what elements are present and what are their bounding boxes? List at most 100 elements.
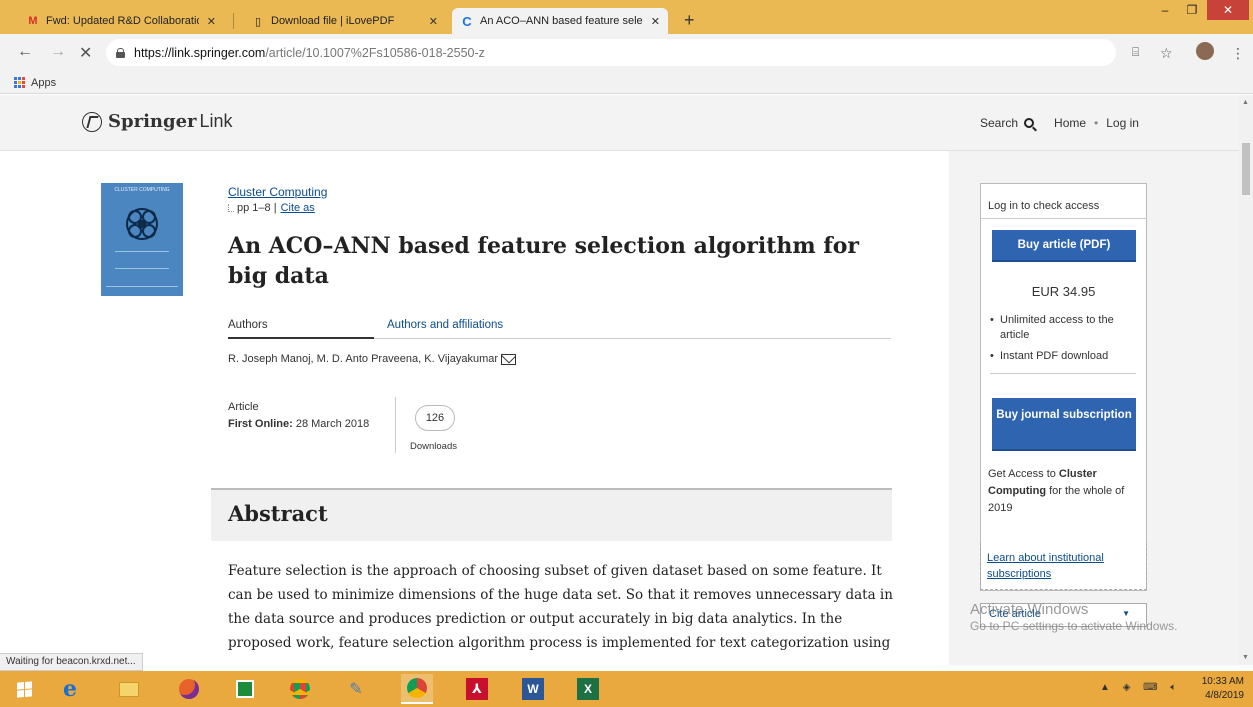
first-online-date: 28 March 2018 [295,418,370,430]
tray-chevron-icon[interactable]: ▲ [1100,682,1110,693]
tab-title: An ACO–ANN based feature sele [480,15,643,27]
chrome-icon[interactable] [284,674,316,704]
cover-emblem-icon [126,208,158,240]
window-close-icon[interactable]: ✕ [1207,0,1249,20]
pages-line: pp 1–8 | Cite as [228,202,315,214]
meta-divider [395,397,396,453]
word-icon[interactable]: W [517,674,549,704]
scroll-up-icon[interactable]: ▲ [1242,99,1249,106]
bookmarks-bar: Apps [0,72,1253,94]
abstract-text: Feature selection is the approach of cho… [228,563,893,651]
menu-dots-icon[interactable]: ⋮ [1231,45,1245,62]
system-clock[interactable]: 10:33 AM 4/8/2019 [1194,675,1244,703]
buy-journal-subscription-button[interactable]: Buy journal subscription [992,398,1136,451]
clock-time: 10:33 AM [1201,676,1244,687]
benefits-list: Unlimited access to the article Instant … [990,313,1140,370]
internet-explorer-icon[interactable]: e [54,674,86,704]
url-host: https://link.springer.com [134,45,266,60]
close-tab-icon[interactable]: ✕ [207,15,216,28]
page-scrollbar[interactable]: ▲ ▼ [1239,95,1253,665]
store-icon[interactable] [229,674,261,704]
benefit-item: Instant PDF download [990,349,1140,364]
downloads-label: Downloads [410,441,457,452]
keyboard-icon[interactable]: ⌨ [1143,682,1157,693]
restore-icon[interactable]: ❐ [1178,0,1206,20]
abstract-heading: Abstract [228,501,328,526]
windows-taskbar: e ✎ ⅄ W X ▲ ◈ ⌨ 🔈︎ 10:33 AM 4/8/2019 [0,671,1253,707]
tab-title: Download file | iLovePDF [271,15,395,27]
network-icon[interactable]: ◈ [1123,682,1131,693]
buy-article-button[interactable]: Buy article (PDF) [992,230,1136,262]
login-to-check-access[interactable]: Log in to check access [981,184,1146,219]
article-price: EUR 34.95 [1031,284,1096,299]
cover-title: CLUSTER COMPUTING [114,187,170,193]
paint-icon[interactable]: ✎ [340,674,372,704]
new-tab-button[interactable]: + [684,10,695,31]
springerlink-logo[interactable]: Springer Link [82,111,233,132]
close-tab-icon[interactable]: ✕ [429,15,438,28]
chrome-active-icon[interactable] [401,674,433,704]
authors-tabs: Authors Authors and affiliations [228,315,891,339]
tab-authors[interactable]: Authors [228,319,374,339]
firefox-icon[interactable] [173,674,205,704]
authors-list: R. Joseph Manoj, M. D. Anto Praveena, K.… [228,353,517,365]
springer-horse-icon [82,111,102,132]
acrobat-icon[interactable]: ⅄ [461,674,493,704]
logo-link: Link [199,111,233,131]
browser-tabstrip: M Fwd: Updated R&D Collaboration ✕ ▯ Dow… [0,0,1253,34]
browser-status-bar: Waiting for beacon.krxd.net... [0,653,143,671]
file-explorer-icon[interactable] [113,674,145,704]
forward-arrow-icon[interactable]: → [50,43,66,61]
scroll-down-icon[interactable]: ▼ [1242,654,1249,661]
lock-icon [116,47,125,58]
bookmark-apps[interactable]: Apps [31,77,56,89]
home-link[interactable]: Home [1054,116,1086,130]
apps-grid-icon [14,77,25,88]
scroll-thumb[interactable] [1242,143,1250,195]
search-link[interactable]: Search [980,116,1018,130]
cite-as-link[interactable]: Cite as [281,202,315,214]
browser-tab-ilovepdf[interactable]: ▯ Download file | iLovePDF ✕ [243,8,446,34]
abstract-header[interactable]: Abstract [211,488,892,541]
tab-authors-affiliations[interactable]: Authors and affiliations [387,319,503,331]
login-link[interactable]: Log in [1106,116,1139,130]
translate-icon[interactable]: ⌸ [1132,45,1139,60]
stop-loading-icon[interactable]: ✕ [79,43,92,63]
windows-logo-icon [16,680,32,698]
article-type: Article [228,401,259,413]
back-arrow-icon[interactable]: ← [17,43,33,61]
get-access-text: Get Access to Cluster Computing for the … [988,466,1138,517]
journal-link[interactable]: Cluster Computing [228,185,327,199]
system-tray: ▲ ◈ ⌨ 🔈︎ [1100,682,1176,693]
header-nav: Search Home • Log in [980,116,1139,130]
access-box: Log in to check access Buy article (PDF)… [980,183,1147,591]
browser-toolbar: ← → ✕ https://link.springer.com/article/… [0,34,1253,72]
institutional-subscriptions-link[interactable]: Learn about institutional subscriptions [987,550,1137,582]
url-path: /article/10.1007%2Fs10586-018-2550-z [265,45,485,60]
browser-tab-springer[interactable]: C An ACO–ANN based feature sele ✕ [452,8,668,34]
browser-tab-gmail[interactable]: M Fwd: Updated R&D Collaboration ✕ [18,8,224,34]
file-icon: ▯ [254,15,262,28]
excel-icon[interactable]: X [572,674,604,704]
site-header: Springer Link Search Home • Log in [0,95,1239,151]
bookmark-star-icon[interactable]: ☆ [1160,45,1173,62]
first-online: First Online: 28 March 2018 [228,418,369,430]
volume-icon[interactable]: 🔈︎ [1170,682,1176,693]
search-icon[interactable] [1024,118,1035,128]
get-access-pre: Get Access to [988,468,1059,480]
journal-cover-image[interactable]: CLUSTER COMPUTING [101,183,183,296]
loading-icon: C [462,13,472,29]
address-bar[interactable]: https://link.springer.com/article/10.100… [106,39,1116,66]
logo-springer: Springer [108,111,197,132]
activate-line2: Go to PC settings to activate Windows. [970,619,1178,633]
profile-avatar[interactable] [1196,42,1214,60]
start-button[interactable] [8,674,40,704]
nav-separator: • [1094,116,1099,130]
gmail-icon: M [28,15,38,27]
email-icon[interactable] [501,353,517,365]
tab-title: Fwd: Updated R&D Collaboration [46,15,199,27]
close-tab-icon[interactable]: ✕ [651,15,660,28]
minimize-icon[interactable]: – [1151,0,1179,20]
authors-names[interactable]: R. Joseph Manoj, M. D. Anto Praveena, K.… [228,353,498,365]
article-title: An ACO–ANN based feature selection algor… [228,233,860,289]
